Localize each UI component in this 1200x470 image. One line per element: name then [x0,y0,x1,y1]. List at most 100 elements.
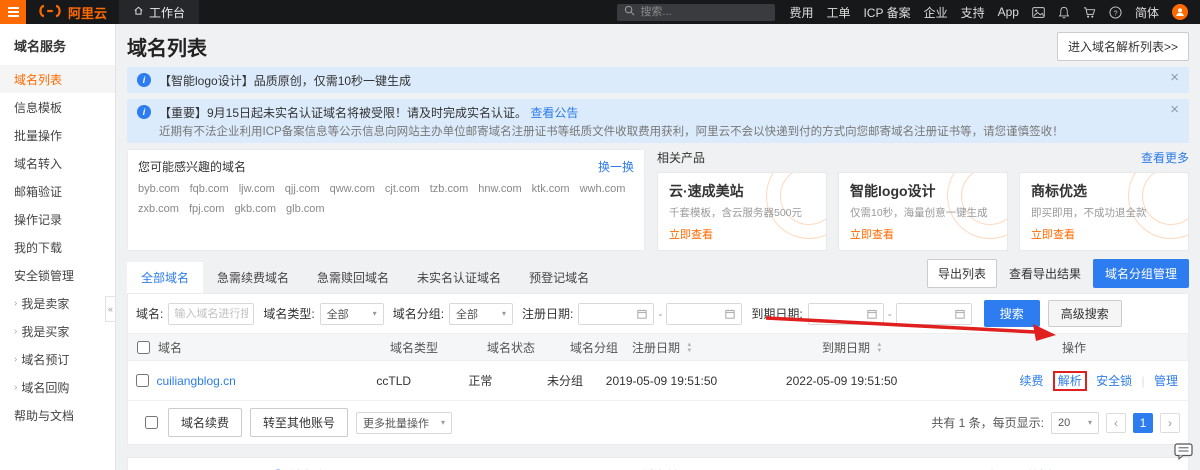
buy-secondhand-link[interactable]: 购买二手域名 [835,467,1188,470]
current-page-button[interactable]: 1 [1133,412,1153,433]
workbench-button[interactable]: 工作台 [119,0,200,24]
cart-icon[interactable] [1083,6,1096,19]
product-card-website-builder[interactable]: 云·速成美站 千套模板，含云服务器500元 立即查看 [657,172,827,251]
view-announcement-link[interactable]: 查看公告 [530,106,578,120]
sidebar-item-my-downloads[interactable]: 我的下载 [0,233,115,261]
sidebar-item-info-template[interactable]: 信息模板 [0,93,115,121]
suggested-domain[interactable]: zxb.com [138,203,179,215]
transfer-in-link[interactable]: 域名转入 [481,467,834,470]
suggested-domain[interactable]: wwh.com [580,183,626,195]
product-desc: 仅需10秒，海量创意一键生成 [850,207,988,219]
suggested-domain[interactable]: glb.com [286,203,325,215]
product-card-logo-design[interactable]: 智能logo设计 仅需10秒，海量创意一键生成 立即查看 [838,172,1008,251]
advanced-search-button[interactable]: 高级搜索 [1047,300,1122,327]
chevron-right-icon: › [14,325,18,337]
language-switch[interactable]: 简体 [1135,4,1159,21]
sidebar-item-seller[interactable]: › 我是卖家 [0,289,115,317]
product-cta[interactable]: 立即查看 [669,226,815,242]
prev-page-button[interactable]: ‹ [1106,412,1126,433]
row-checkbox[interactable] [135,374,149,387]
suggested-domain[interactable]: qww.com [330,183,375,195]
suggested-domain[interactable]: hnw.com [478,183,521,195]
search-button[interactable]: 搜索 [983,300,1040,327]
topbar-link-billing[interactable]: 费用 [789,4,813,21]
select-all-checkbox[interactable] [136,340,150,354]
tab-preregister[interactable]: 预登记域名 [515,262,603,293]
apps-menu-button[interactable] [0,0,26,24]
sidebar: 域名服务 域名列表 信息模板 批量操作 域名转入 邮箱验证 操作记录 我的下载 … [0,24,116,470]
sidebar-item-security-lock[interactable]: 安全锁管理 [0,261,115,289]
topbar: 阿里云 工作台 费用 工单 ICP 备案 企业 支持 App [0,0,1200,24]
close-icon[interactable]: × [1170,102,1179,117]
register-domain-link[interactable]: 域名注册 [128,467,481,470]
avatar[interactable] [1172,4,1188,20]
suggested-domain[interactable]: fqb.com [190,183,229,195]
sidebar-item-domain-preorder[interactable]: › 域名预订 [0,345,115,373]
domain-search-input[interactable] [174,307,249,320]
op-renew-link[interactable]: 续费 [1019,374,1043,388]
header-reg-date-sort[interactable]: 注册日期 ▲ ▼ [632,339,822,356]
export-list-button[interactable]: 导出列表 [926,259,997,288]
product-card-trademark[interactable]: 商标优选 即买即用，不成功退全款 立即查看 [1019,172,1189,251]
feedback-chat-button[interactable] [1174,443,1193,465]
sidebar-item-domain-transfer-in[interactable]: 域名转入 [0,149,115,177]
topbar-link-app[interactable]: App [998,5,1019,19]
enter-dns-list-button[interactable]: 进入域名解析列表>> [1056,32,1189,61]
sidebar-item-domain-buyback[interactable]: › 域名回购 [0,373,115,401]
topbar-link-support[interactable]: 支持 [961,4,985,21]
batch-transfer-account-button[interactable]: 转至其他账号 [250,408,349,437]
expire-date-start-input[interactable] [807,302,884,325]
bell-icon[interactable] [1058,6,1070,19]
view-more-link[interactable]: 查看更多 [1141,149,1189,166]
group-manage-button[interactable]: 域名分组管理 [1092,259,1189,288]
export-result-link[interactable]: 查看导出结果 [1009,265,1081,282]
suggested-domain[interactable]: ljw.com [239,183,275,195]
suggested-domain[interactable]: qjj.com [285,183,320,195]
notice-body: 【重要】9月15日起未实名认证域名将被受限！请及时完成实名认证。 查看公告 近期… [159,104,1064,139]
batch-renew-button[interactable]: 域名续费 [168,408,243,437]
batch-select-checkbox[interactable] [145,416,158,429]
row-operations: 续费 解析 安全锁 | 管理 [1013,371,1188,391]
op-security-lock-link[interactable]: 安全锁 [1096,374,1132,388]
product-cta[interactable]: 立即查看 [850,226,996,242]
domain-type-select[interactable]: 全部 ▾ [319,302,384,325]
topbar-link-enterprise[interactable]: 企业 [924,4,948,21]
suggested-domain[interactable]: gkb.com [234,203,276,215]
media-icon[interactable] [1032,6,1045,18]
tab-all-domains[interactable]: 全部域名 [127,262,204,293]
sidebar-collapse-handle[interactable]: « [105,296,116,322]
suggested-domain[interactable]: ktk.com [532,183,570,195]
product-cta[interactable]: 立即查看 [1031,226,1177,242]
tab-redeem-urgent[interactable]: 急需赎回域名 [303,262,403,293]
suggested-domain[interactable]: cjt.com [385,183,420,195]
sidebar-item-email-verification[interactable]: 邮箱验证 [0,177,115,205]
sidebar-item-help-docs[interactable]: 帮助与文档 [0,401,115,429]
suggested-domain[interactable]: fpj.com [189,203,224,215]
suggested-domain[interactable]: tzb.com [430,183,469,195]
domain-group-select[interactable]: 全部 ▾ [449,302,514,325]
expire-date-end-input[interactable] [895,302,972,325]
topbar-search-input[interactable] [640,6,769,18]
op-resolve-link-highlighted[interactable]: 解析 [1052,371,1087,391]
refresh-domains-link[interactable]: 换一换 [598,158,634,175]
tab-renew-urgent[interactable]: 急需续费域名 [203,262,303,293]
header-expire-date-sort[interactable]: 到期日期 ▲ ▼ [822,339,1062,356]
topbar-link-tickets[interactable]: 工单 [826,4,850,21]
page-size-select[interactable]: 20 ▾ [1051,411,1099,434]
domain-link[interactable]: cuiliangblog.cn [156,374,235,388]
sidebar-item-buyer[interactable]: › 我是买家 [0,317,115,345]
op-manage-link[interactable]: 管理 [1154,374,1178,388]
more-batch-ops-select[interactable]: 更多批量操作 ▾ [356,411,453,434]
aliyun-logo[interactable]: 阿里云 [26,3,119,22]
sidebar-item-domain-list[interactable]: 域名列表 [0,65,115,93]
reg-date-start-input[interactable] [578,302,655,325]
suggested-domain[interactable]: byb.com [138,183,180,195]
reg-date-end-input[interactable] [666,302,743,325]
help-icon[interactable]: ? [1109,5,1122,19]
sidebar-item-operation-log[interactable]: 操作记录 [0,205,115,233]
close-icon[interactable]: × [1170,70,1179,85]
topbar-link-icp[interactable]: ICP 备案 [863,4,910,21]
next-page-button[interactable]: › [1160,412,1180,433]
sidebar-item-batch-operations[interactable]: 批量操作 [0,121,115,149]
tab-not-verified[interactable]: 未实名认证域名 [403,262,515,293]
